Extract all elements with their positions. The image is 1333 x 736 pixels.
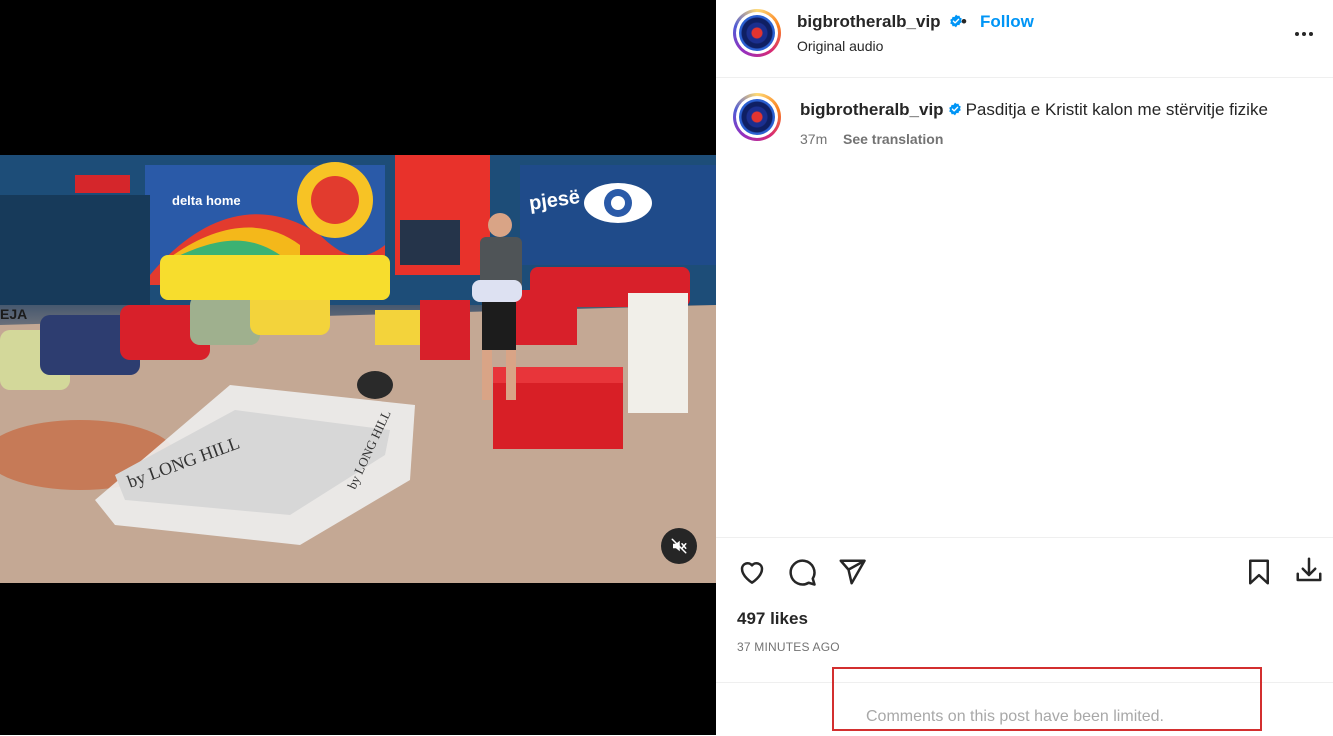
see-translation-button[interactable]: See translation [843, 131, 943, 147]
send-icon[interactable] [837, 557, 867, 587]
video-frame-scene: delta home pjesë EJA by LONG HILL by LON… [0, 155, 716, 583]
media-pane: delta home pjesë EJA by LONG HILL by LON… [0, 0, 716, 735]
caption-username-link[interactable]: bigbrotheralb_vip [800, 100, 944, 119]
comment-icon[interactable] [787, 557, 817, 587]
highlight-annotation-box [832, 667, 1262, 731]
wall-label: EJA [0, 306, 27, 322]
username-text[interactable]: bigbrotheralb_vip [797, 12, 941, 31]
caption-text: Pasditja e Kristit kalon me stërvitje fi… [965, 100, 1268, 119]
caption-timestamp[interactable]: 37m [800, 131, 827, 147]
header-username-link[interactable]: bigbrotheralb_vip [797, 12, 963, 32]
audio-link[interactable]: Original audio [797, 38, 883, 54]
separator-dot: • [961, 12, 967, 31]
post-side-panel: bigbrotheralb_vip • Follow Original audi… [716, 0, 1333, 735]
avatar[interactable] [733, 9, 781, 57]
follow-button[interactable]: Follow [980, 12, 1034, 32]
sign-delta-home: delta home [172, 193, 241, 208]
download-icon[interactable] [1294, 555, 1324, 585]
video-player[interactable]: delta home pjesë EJA by LONG HILL by LON… [0, 155, 716, 583]
bookmark-icon[interactable] [1244, 557, 1274, 587]
caption-line: bigbrotheralb_vip Pasditja e Kristit kal… [800, 100, 1268, 120]
post-header: bigbrotheralb_vip • Follow Original audi… [716, 0, 1333, 78]
speaker-muted-icon [671, 538, 687, 554]
caption-avatar[interactable] [733, 93, 781, 141]
big-brother-eye-logo-icon [739, 15, 775, 51]
post-timestamp: 37 MINUTES AGO [737, 640, 840, 654]
post-actions: 497 likes 37 MINUTES AGO [716, 537, 1333, 683]
verified-badge-icon [948, 102, 961, 116]
comments-area: Comments on this post have been limited. [716, 667, 1333, 736]
heart-icon[interactable] [737, 557, 767, 587]
likes-count[interactable]: 497 likes [737, 609, 808, 629]
big-brother-eye-logo-icon [739, 99, 775, 135]
mute-button[interactable] [661, 528, 697, 564]
more-horizontal-icon[interactable] [1292, 22, 1316, 46]
caption-block: bigbrotheralb_vip Pasditja e Kristit kal… [716, 78, 1333, 538]
